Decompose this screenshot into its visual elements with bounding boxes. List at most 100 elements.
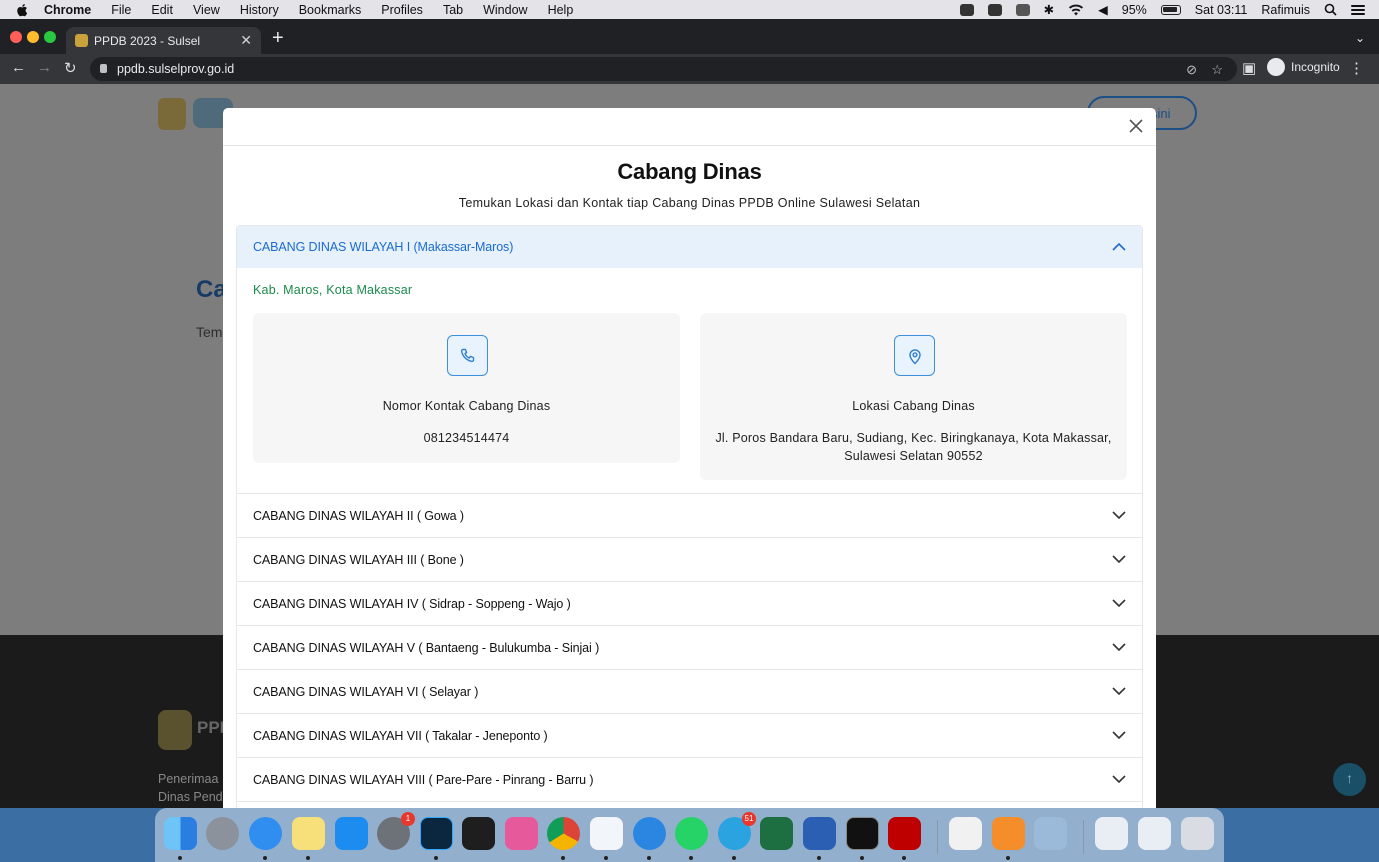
app-store-icon[interactable] (335, 817, 368, 850)
menu-history[interactable]: History (240, 3, 279, 17)
modal-title: Cabang Dinas (617, 159, 762, 184)
menu-window[interactable]: Window (483, 3, 527, 17)
chevron-down-icon[interactable] (1112, 774, 1126, 784)
scroll-to-top-button[interactable]: ↑ (1333, 763, 1366, 796)
chevron-down-icon[interactable] (1112, 730, 1126, 740)
menu-profiles[interactable]: Profiles (381, 3, 423, 17)
wifi-icon[interactable] (1068, 4, 1084, 16)
back-button[interactable]: ← (11, 59, 26, 76)
eye-off-icon[interactable]: ⊘ (1186, 62, 1197, 78)
figma-icon[interactable] (462, 817, 495, 850)
pages-icon[interactable] (992, 817, 1025, 850)
menu-tab[interactable]: Tab (443, 3, 463, 17)
word-icon[interactable] (803, 817, 836, 850)
whatsapp-icon[interactable] (675, 817, 708, 850)
trash-icon[interactable] (1181, 817, 1214, 850)
close-window-button[interactable] (10, 31, 22, 43)
favicon-icon (75, 34, 88, 47)
safari-icon[interactable] (249, 817, 282, 850)
accordion-header-wilayah-1[interactable]: CABANG DINAS WILAYAH I (Makassar-Maros) (237, 226, 1142, 268)
incognito-indicator[interactable]: Incognito (1267, 58, 1340, 76)
accordion-header-wilayah-6[interactable]: CABANG DINAS WILAYAH VI ( Selayar ) (237, 670, 1142, 713)
address-bar[interactable]: ppdb.sulselprov.go.id ⊘ ☆ (90, 57, 1237, 81)
url-text[interactable]: ppdb.sulselprov.go.id (117, 62, 234, 76)
calendar-icon[interactable] (1015, 3, 1030, 16)
downloads-folder-icon[interactable] (1138, 817, 1171, 850)
modal-close-icon[interactable] (1128, 118, 1144, 134)
chrome-menu-icon[interactable]: ⋮ (1349, 59, 1364, 77)
macos-dock: 1 51 (155, 808, 1224, 862)
filezilla-icon[interactable] (888, 817, 921, 850)
textedit-icon[interactable] (949, 817, 982, 850)
running-indicator (647, 856, 651, 860)
modal-header (223, 108, 1156, 146)
chevron-down-icon[interactable] (1112, 510, 1126, 520)
accordion-header-wilayah-5[interactable]: CABANG DINAS WILAYAH V ( Bantaeng - Bulu… (237, 626, 1142, 669)
chevron-down-icon[interactable] (1112, 554, 1126, 564)
accordion-body-wilayah-1: Kab. Maros, Kota Makassar Nomor Kontak C… (237, 268, 1142, 493)
browser-tab[interactable]: PPDB 2023 - Sulsel ✕ (66, 27, 261, 54)
maximize-window-button[interactable] (44, 31, 56, 43)
preview-icon[interactable] (1034, 817, 1067, 850)
chrome-icon[interactable] (547, 817, 580, 850)
excel-icon[interactable] (760, 817, 793, 850)
browser-frame: PPDB 2023 - Sulsel ✕ + ⌄ ← → ↻ ppdb.suls… (0, 19, 1379, 84)
accordion-header-wilayah-2[interactable]: CABANG DINAS WILAYAH II ( Gowa ) (237, 494, 1142, 537)
telegram-icon[interactable]: 51 (718, 812, 756, 850)
chevron-down-icon[interactable] (1112, 686, 1126, 696)
terminal-icon[interactable] (846, 817, 879, 850)
control-center-icon[interactable] (1351, 4, 1365, 16)
system-preferences-icon[interactable]: 1 (377, 812, 415, 850)
chevron-down-icon[interactable] (1112, 598, 1126, 608)
documents-folder-icon[interactable] (1095, 817, 1128, 850)
accordion-header-wilayah-7[interactable]: CABANG DINAS WILAYAH VII ( Takalar - Jen… (237, 714, 1142, 757)
bluetooth-icon[interactable]: ✱ (1044, 2, 1054, 17)
side-panel-icon[interactable]: ▣ (1242, 59, 1256, 77)
cleanmymac-icon[interactable] (505, 817, 538, 850)
battery-icon[interactable] (1160, 4, 1181, 15)
branch-accordion: CABANG DINAS WILAYAH I (Makassar-Maros) … (236, 225, 1143, 808)
spotlight-search-icon[interactable] (1324, 3, 1337, 16)
accordion-header-wilayah-4[interactable]: CABANG DINAS WILAYAH IV ( Sidrap - Soppe… (237, 582, 1142, 625)
volume-icon[interactable]: ◀ (1098, 2, 1108, 17)
footer-brand-fragment: PPI (197, 718, 225, 737)
accordion-header-wilayah-3[interactable]: CABANG DINAS WILAYAH III ( Bone ) (237, 538, 1142, 581)
bookmark-star-icon[interactable]: ☆ (1211, 62, 1223, 78)
lock-icon[interactable] (100, 64, 107, 73)
menu-file[interactable]: File (111, 3, 131, 17)
menu-view[interactable]: View (193, 3, 220, 17)
vscode-icon[interactable] (590, 817, 623, 850)
photoshop-icon[interactable] (420, 817, 453, 850)
new-tab-button[interactable]: + (272, 27, 284, 50)
menu-app-name[interactable]: Chrome (44, 3, 91, 17)
accordion-item-wilayah-3: CABANG DINAS WILAYAH III ( Bone ) (236, 538, 1143, 582)
launchpad-icon[interactable] (206, 817, 239, 850)
menu-bookmarks[interactable]: Bookmarks (299, 3, 362, 17)
tab-close-icon[interactable]: ✕ (240, 32, 252, 49)
chevron-down-icon[interactable] (1112, 642, 1126, 652)
cloud-icon[interactable] (987, 3, 1002, 16)
finder-icon[interactable] (164, 817, 197, 850)
user-name[interactable]: Rafimuis (1261, 3, 1310, 17)
apple-menu-icon[interactable] (16, 3, 30, 17)
sourcetree-icon[interactable] (633, 817, 666, 850)
tab-search-chevron-icon[interactable]: ⌄ (1355, 31, 1365, 45)
accordion-label: CABANG DINAS WILAYAH V ( Bantaeng - Bulu… (253, 640, 600, 655)
clock[interactable]: Sat 03:11 (1195, 3, 1248, 17)
status-app-icon[interactable] (959, 3, 974, 16)
accordion-item-wilayah-5: CABANG DINAS WILAYAH V ( Bantaeng - Bulu… (236, 626, 1143, 670)
notes-icon[interactable] (292, 817, 325, 850)
background-subtitle-fragment: Tem (196, 324, 223, 340)
minimize-window-button[interactable] (27, 31, 39, 43)
accordion-label: CABANG DINAS WILAYAH IV ( Sidrap - Soppe… (253, 596, 571, 611)
menu-help[interactable]: Help (548, 3, 574, 17)
modal-subtitle: Temukan Lokasi dan Kontak tiap Cabang Di… (458, 196, 921, 210)
reload-button[interactable]: ↻ (64, 59, 77, 77)
menu-edit[interactable]: Edit (151, 3, 173, 17)
battery-percent: 95% (1121, 2, 1147, 17)
accordion-header-wilayah-8[interactable]: CABANG DINAS WILAYAH VIII ( Pare-Pare - … (237, 758, 1142, 801)
contact-phone-number[interactable]: 081234514474 (263, 429, 670, 447)
tab-title: PPDB 2023 - Sulsel (94, 33, 201, 48)
forward-button[interactable]: → (37, 59, 52, 76)
chevron-up-icon[interactable] (1112, 242, 1126, 252)
